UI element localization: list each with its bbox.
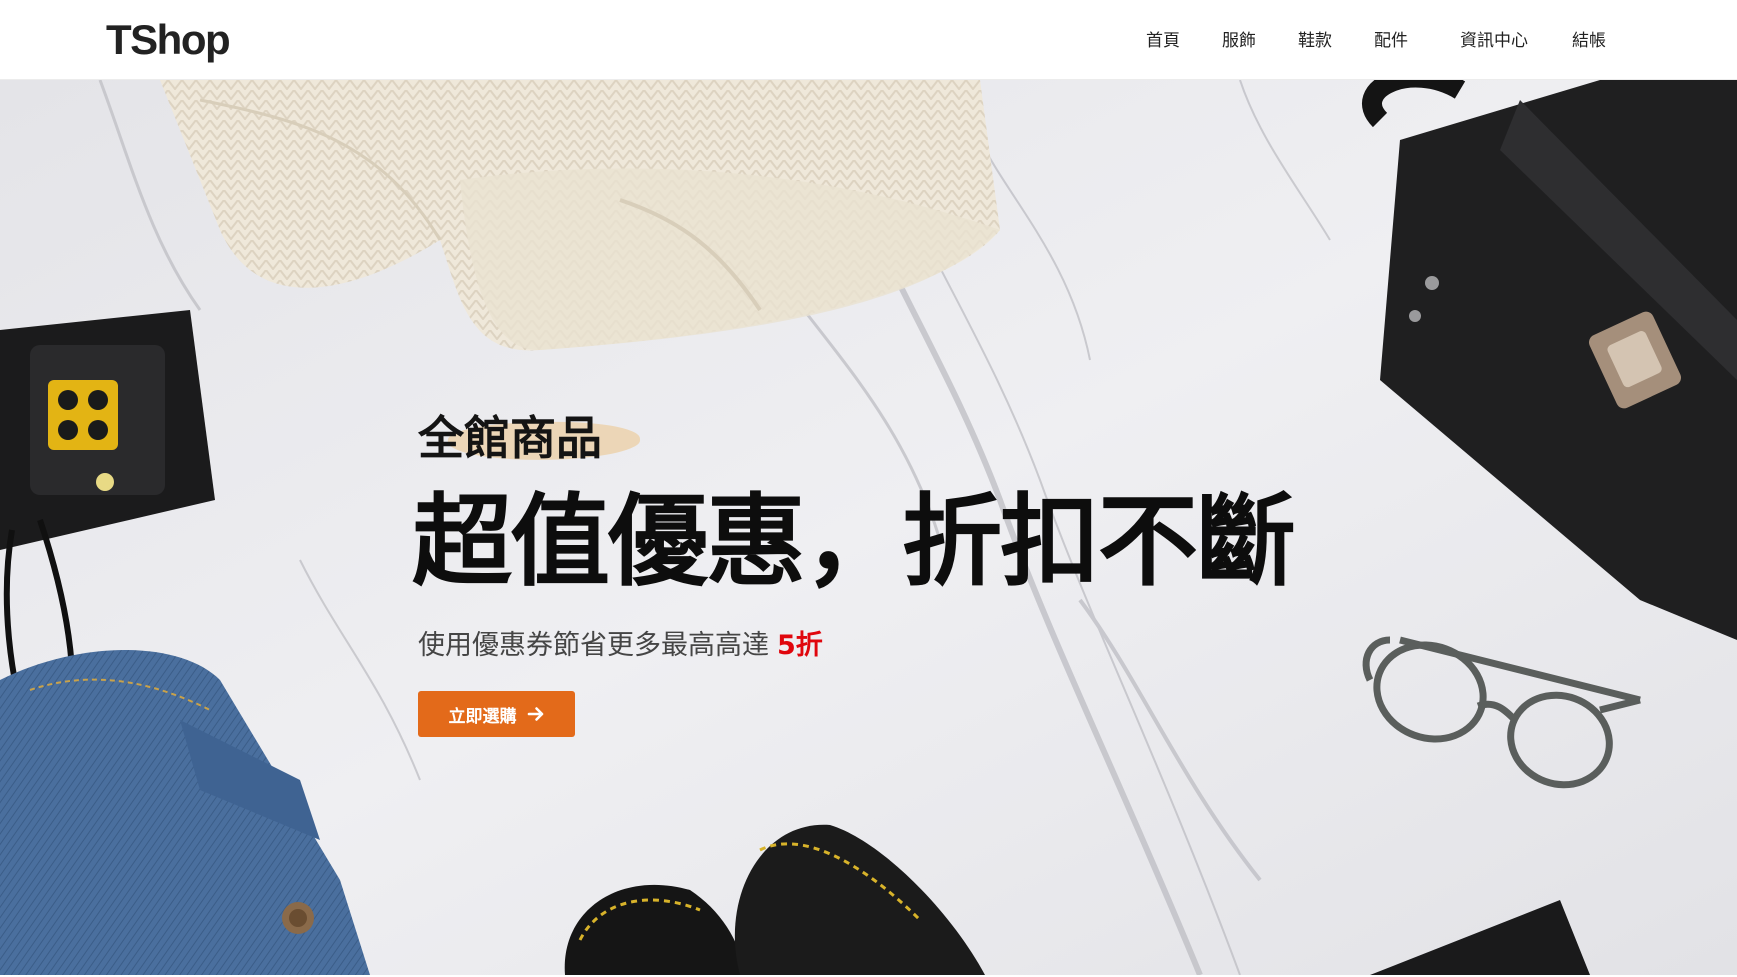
hero-banner: 全館商品 超值優惠，折扣不斷 使用優惠券節省更多最高高達 5折 立即選購 bbox=[0, 80, 1737, 975]
nav-item-accessories[interactable]: 配件 bbox=[1374, 28, 1408, 54]
hero-eyebrow-wrap: 全館商品 bbox=[418, 406, 658, 470]
hero-headline: 超值優惠，折扣不斷 bbox=[412, 483, 1296, 600]
nav-item-checkout[interactable]: 結帳 bbox=[1572, 28, 1606, 54]
hero-eyebrow: 全館商品 bbox=[418, 411, 602, 465]
nav-item-shoes[interactable]: 鞋款 bbox=[1298, 28, 1332, 54]
brand-logo[interactable]: TShop bbox=[106, 16, 231, 64]
shop-now-button[interactable]: 立即選購 bbox=[418, 691, 575, 737]
hero-subline-text: 使用優惠券節省更多最高高達 bbox=[418, 630, 769, 661]
discount-highlight: 5折 bbox=[777, 630, 823, 661]
nav-item-home[interactable]: 首頁 bbox=[1146, 28, 1180, 54]
arrow-right-icon bbox=[527, 705, 545, 723]
hero-copy: 全館商品 超值優惠，折扣不斷 使用優惠券節省更多最高高達 5折 立即選購 bbox=[412, 80, 1418, 975]
top-navbar: TShop 首頁 服飾 鞋款 配件 資訊中心 結帳 bbox=[0, 0, 1737, 80]
nav-item-apparel[interactable]: 服飾 bbox=[1222, 28, 1256, 54]
shop-now-label: 立即選購 bbox=[448, 706, 517, 727]
hero-subline: 使用優惠券節省更多最高高達 5折 bbox=[418, 626, 823, 666]
nav-item-info-center[interactable]: 資訊中心 bbox=[1460, 28, 1528, 54]
